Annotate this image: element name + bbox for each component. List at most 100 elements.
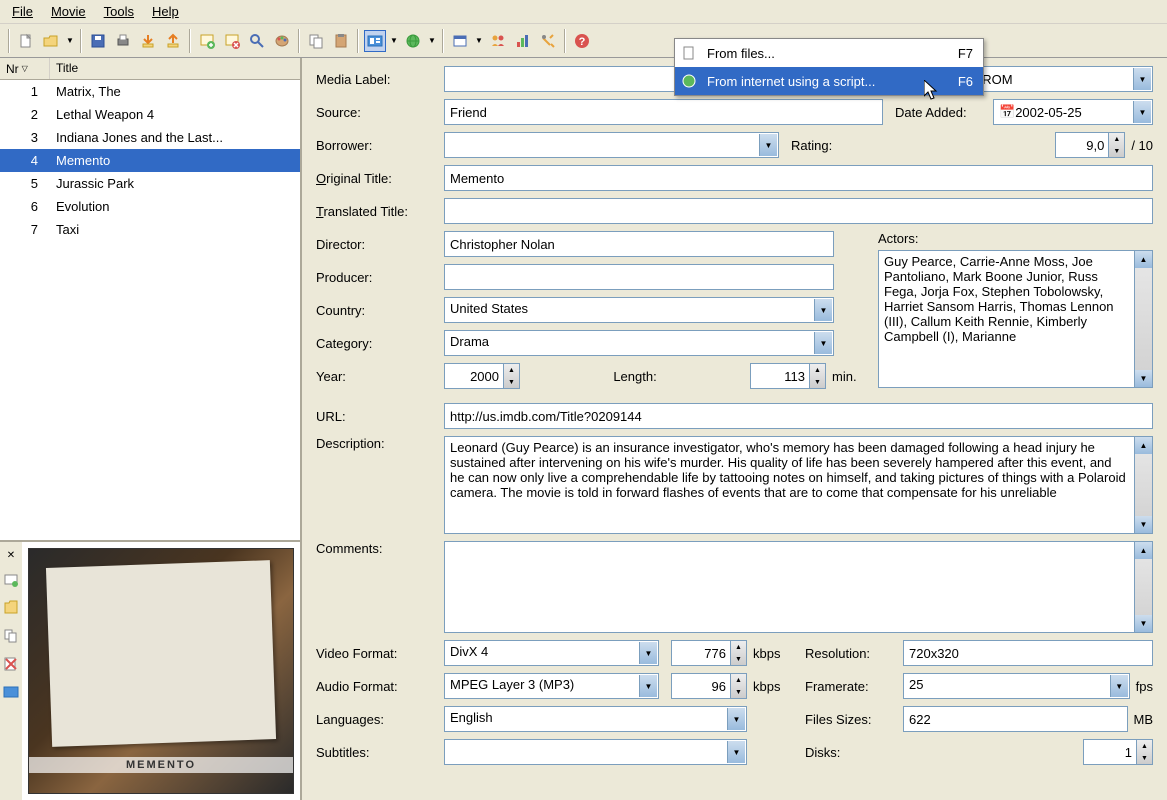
- video-format-combo[interactable]: DivX 4▼: [444, 640, 659, 666]
- import-icon[interactable]: [137, 30, 159, 52]
- new-icon[interactable]: [15, 30, 37, 52]
- label-actors: Actors:: [878, 231, 1153, 246]
- chevron-down-icon[interactable]: ▼: [814, 332, 832, 354]
- length-spinner[interactable]: ▲▼: [809, 364, 825, 388]
- url-field[interactable]: [444, 403, 1153, 429]
- chevron-down-icon[interactable]: ▼: [1110, 675, 1128, 697]
- poster-edit-icon[interactable]: [2, 599, 20, 617]
- add-icon[interactable]: [196, 30, 218, 52]
- print-icon[interactable]: [112, 30, 134, 52]
- list-row[interactable]: 4Memento: [0, 149, 300, 172]
- window-icon[interactable]: [449, 30, 471, 52]
- menu-movie[interactable]: Movie: [43, 2, 94, 21]
- description-field[interactable]: Leonard (Guy Pearce) is an insurance inv…: [444, 436, 1135, 534]
- rating-spinner[interactable]: ▲▼: [1108, 133, 1124, 157]
- menu-from-internet[interactable]: From internet using a script... F6: [675, 67, 983, 95]
- label-comments: Comments:: [316, 541, 444, 556]
- menu-file[interactable]: File: [4, 2, 41, 21]
- open-icon[interactable]: [40, 30, 62, 52]
- label-audio-format: Audio Format:: [316, 679, 444, 694]
- label-translated-title: Translated Title:: [316, 204, 444, 219]
- label-year: Year:: [316, 369, 444, 384]
- list-row[interactable]: 5Jurassic Park: [0, 172, 300, 195]
- menu-help[interactable]: Help: [144, 2, 187, 21]
- sidebar: Nr ▽ Title 1Matrix, The2Lethal Weapon 43…: [0, 58, 302, 800]
- year-spinner[interactable]: ▲▼: [503, 364, 519, 388]
- audio-bitrate-spinner[interactable]: ▲▼: [730, 674, 746, 698]
- menu-tools[interactable]: Tools: [96, 2, 142, 21]
- video-bitrate-spinner[interactable]: ▲▼: [730, 641, 746, 665]
- source-field[interactable]: [444, 99, 883, 125]
- search-icon[interactable]: [246, 30, 268, 52]
- resolution-field[interactable]: [903, 640, 1153, 666]
- poster-info-icon[interactable]: [2, 683, 20, 701]
- get-info-icon[interactable]: [364, 30, 386, 52]
- label-media-label: Media Label:: [316, 72, 444, 87]
- file-sizes-unit: MB: [1134, 712, 1154, 727]
- subtitles-combo[interactable]: ▼: [444, 739, 747, 765]
- help-icon[interactable]: ?: [571, 30, 593, 52]
- list-row[interactable]: 2Lethal Weapon 4: [0, 103, 300, 126]
- col-header-title[interactable]: Title: [50, 58, 300, 79]
- save-icon[interactable]: [87, 30, 109, 52]
- chevron-down-icon[interactable]: ▼: [727, 741, 745, 763]
- chevron-down-icon[interactable]: ▼: [1133, 68, 1151, 90]
- list-row[interactable]: 1Matrix, The: [0, 80, 300, 103]
- movie-list: Nr ▽ Title 1Matrix, The2Lethal Weapon 43…: [0, 58, 300, 540]
- framerate-combo[interactable]: 25▼: [903, 673, 1130, 699]
- chevron-down-icon[interactable]: ▼: [727, 708, 745, 730]
- window-dropdown[interactable]: ▼: [474, 36, 484, 45]
- label-languages: Languages:: [316, 712, 444, 727]
- globe-icon[interactable]: [402, 30, 424, 52]
- list-row[interactable]: 6Evolution: [0, 195, 300, 218]
- export-icon[interactable]: [162, 30, 184, 52]
- comments-scrollbar[interactable]: ▲▼: [1135, 541, 1153, 633]
- disks-spinner[interactable]: ▲▼: [1136, 740, 1152, 764]
- borrower-combo[interactable]: ▼: [444, 132, 779, 158]
- producer-field[interactable]: [444, 264, 834, 290]
- stats-icon[interactable]: [512, 30, 534, 52]
- palette-icon[interactable]: [271, 30, 293, 52]
- users-icon[interactable]: [487, 30, 509, 52]
- chevron-down-icon[interactable]: ▼: [814, 299, 832, 321]
- category-combo[interactable]: Drama▼: [444, 330, 834, 356]
- chevron-down-icon[interactable]: ▼: [639, 675, 657, 697]
- poster-delete-icon[interactable]: [2, 655, 20, 673]
- chevron-down-icon[interactable]: ▼: [639, 642, 657, 664]
- file-sizes-field[interactable]: [903, 706, 1128, 732]
- get-info-dropdown[interactable]: ▼: [389, 36, 399, 45]
- chevron-down-icon[interactable]: ▼: [1133, 101, 1151, 123]
- label-director: Director:: [316, 237, 444, 252]
- director-field[interactable]: [444, 231, 834, 257]
- paste-icon[interactable]: [330, 30, 352, 52]
- menu-from-files[interactable]: From files... F7: [675, 39, 983, 67]
- description-scrollbar[interactable]: ▲▼: [1135, 436, 1153, 534]
- date-added-combo[interactable]: 📅 2002-05-25 ▼: [993, 99, 1153, 125]
- copy-icon[interactable]: [305, 30, 327, 52]
- audio-format-combo[interactable]: MPEG Layer 3 (MP3)▼: [444, 673, 659, 699]
- form-pane: Media Label: 💿CD-ROM ▼ Source: Date Adde…: [302, 58, 1167, 800]
- settings-icon[interactable]: [537, 30, 559, 52]
- actors-field[interactable]: Guy Pearce, Carrie-Anne Moss, Joe Pantol…: [878, 250, 1135, 388]
- label-framerate: Framerate:: [793, 679, 903, 694]
- chevron-down-icon[interactable]: ▼: [759, 134, 777, 156]
- length-unit: min.: [832, 369, 866, 384]
- translated-title-field[interactable]: [444, 198, 1153, 224]
- delete-icon[interactable]: [221, 30, 243, 52]
- col-header-nr[interactable]: Nr ▽: [0, 58, 50, 79]
- open-dropdown[interactable]: ▼: [65, 36, 75, 45]
- comments-field[interactable]: [444, 541, 1135, 633]
- languages-combo[interactable]: English▼: [444, 706, 747, 732]
- toolbar: ▼ ▼ ▼ ▼ ?: [0, 24, 1167, 58]
- close-icon[interactable]: ✕: [7, 550, 15, 561]
- label-file-sizes: Files Sizes:: [793, 712, 903, 727]
- poster-add-icon[interactable]: [2, 571, 20, 589]
- list-row[interactable]: 7Taxi: [0, 218, 300, 241]
- country-combo[interactable]: United States▼: [444, 297, 834, 323]
- actors-scrollbar[interactable]: ▲▼: [1135, 250, 1153, 388]
- poster-copy-icon[interactable]: [2, 627, 20, 645]
- menu-from-internet-label: From internet using a script...: [707, 74, 920, 89]
- original-title-field[interactable]: [444, 165, 1153, 191]
- globe-dropdown[interactable]: ▼: [427, 36, 437, 45]
- list-row[interactable]: 3Indiana Jones and the Last...: [0, 126, 300, 149]
